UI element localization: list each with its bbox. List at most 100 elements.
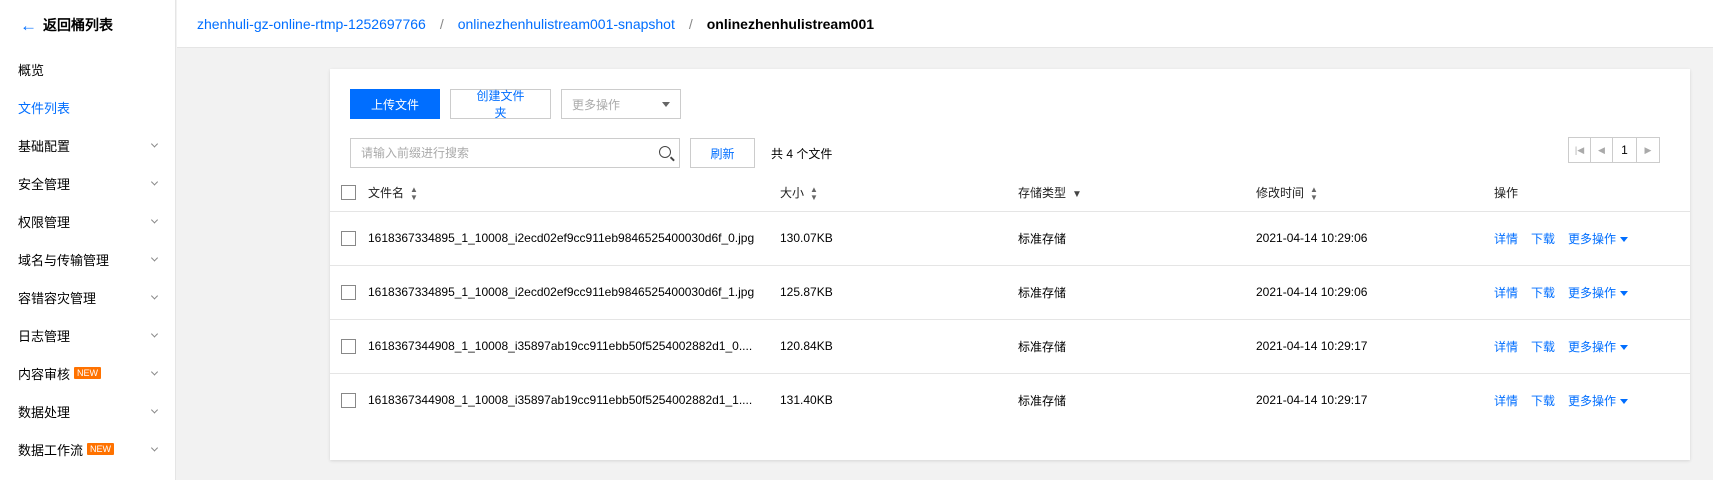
modified-time: 2021-04-14 10:29:17 [1256,319,1494,374]
sidebar-nav: 概览文件列表基础配置安全管理权限管理域名与传输管理 容错容灾管理 日志管理内容审核 N… [0,50,175,468]
row-checkbox[interactable] [341,392,356,408]
row-actions: 详情 下载 更多操作 [1494,211,1690,266]
storage-type: 标准存储 [1018,265,1256,320]
file-list-panel: 上传文件 创建文件夹 更多操作 刷新 共 4 个文件 |◀ ◀ 1 ▶ 文件名▲… [330,69,1690,460]
table-row: 1618367334895_1_10008_i2ecd02ef9cc911eb9… [330,211,1690,266]
download-link[interactable]: 下载 [1531,232,1555,246]
chevron-down-icon [150,292,159,300]
row-actions: 详情 下载 更多操作 [1494,319,1690,374]
more-operations-dropdown[interactable]: 更多操作 [1568,393,1629,408]
breadcrumb-folder-link[interactable]: onlinezhenhulistream001-snapshot [458,16,675,32]
select-all-checkbox[interactable] [341,185,356,201]
row-actions: 详情 下载 更多操作 [1494,265,1690,320]
file-count: 共 4 个文件 [771,146,833,161]
more-operations-label: 更多操作 [1568,231,1617,246]
back-label: 返回桶列表 [43,17,113,33]
sidebar-item[interactable]: 文件列表 [0,88,175,126]
sidebar-item[interactable]: 基础配置 [0,126,175,164]
action-toolbar: 上传文件 创建文件夹 更多操作 [350,89,681,120]
breadcrumb-bucket-link[interactable]: zhenhuli-gz-online-rtmp-1252697766 [197,16,426,32]
search-box [350,138,680,168]
storage-type: 标准存储 [1018,319,1256,374]
file-size: 131.40KB [780,393,833,408]
more-operations-select[interactable]: 更多操作 [561,89,681,119]
search-icon[interactable] [659,146,671,158]
table-row: 1618367344908_1_10008_i35897ab19cc911ebb… [330,319,1690,374]
sort-icon[interactable]: ▲ ▼ [410,185,418,202]
storage-type: 标准存储 [1018,211,1256,266]
table-row: 1618367334895_1_10008_i2ecd02ef9cc911eb9… [330,265,1690,320]
row-checkbox[interactable] [341,284,356,300]
more-operations-label: 更多操作 [1568,285,1617,300]
sidebar-item-label: 文件列表 [18,100,71,116]
search-input[interactable] [351,139,641,167]
detail-link[interactable]: 详情 [1494,286,1518,300]
more-operations-dropdown[interactable]: 更多操作 [1568,339,1629,354]
chevron-down-icon [150,444,159,452]
search-toolbar: 刷新 共 4 个文件 [350,138,832,168]
new-badge: NEW [74,367,102,379]
sidebar-item-label: 安全管理 [18,176,71,192]
row-checkbox[interactable] [341,230,356,246]
file-size: 120.84KB [780,319,1018,374]
column-header-size[interactable]: 大小 ▲ ▼ [780,175,1018,212]
table-row: 1618367344908_1_10008_i35897ab19cc911ebb… [330,373,1690,427]
chevron-down-icon [150,330,159,338]
detail-link[interactable]: 详情 [1494,394,1518,408]
sidebar-item[interactable]: 数据处理 [0,392,175,430]
more-operations-label: 更多操作 [1568,393,1617,408]
sidebar-item[interactable]: 内容审核 NEW [0,354,175,392]
download-link[interactable]: 下载 [1531,340,1555,354]
file-name: 1618367344908_1_10008_i35897ab19cc911ebb… [368,319,780,374]
row-actions: 详情 下载 更多操作 [1494,373,1690,427]
sidebar-item[interactable]: 域名与传输管理 [0,240,175,278]
sort-icon[interactable]: ▲ ▼ [1310,185,1318,202]
sidebar-item[interactable]: 日志管理 [0,316,175,354]
sidebar-item-label: 日志管理 [18,328,71,344]
column-header-modified[interactable]: 修改时间 ▲ ▼ [1256,175,1494,212]
modified-time: 2021-04-14 10:29:06 [1256,211,1494,266]
sidebar-item-label: 权限管理 [18,214,71,230]
chevron-down-icon [150,254,159,262]
sidebar-item[interactable]: 概览 [0,50,175,88]
sidebar-item-label: 概览 [18,62,45,78]
more-operations-label: 更多操作 [1568,339,1617,354]
sidebar-item[interactable]: 安全管理 [0,164,175,202]
sidebar-item[interactable]: 数据工作流 NEW [0,430,175,468]
sidebar-item-label: 域名与传输管理 [18,252,110,268]
prev-page-button[interactable]: ◀ [1591,138,1613,162]
column-header-storage[interactable]: 存储类型 ▼ [1018,175,1256,212]
caret-down-icon [1620,236,1629,242]
create-folder-button[interactable]: 创建文件夹 [450,89,551,120]
download-link[interactable]: 下载 [1531,394,1555,408]
file-name: 1618367334895_1_10008_i2ecd02ef9cc911eb9… [368,211,780,266]
sidebar: ← 返回桶列表 概览文件列表基础配置安全管理权限管理域名与传输管理 容错容灾管理日… [0,0,176,480]
storage-type: 标准存储 [1018,393,1067,408]
upload-file-button[interactable]: 上传文件 [350,89,440,119]
download-link[interactable]: 下载 [1531,286,1555,300]
file-size: 125.87KB [780,265,1018,320]
row-checkbox[interactable] [341,338,356,354]
file-name: 1618367344908_1_10008_i35897ab19cc911ebb… [368,393,753,408]
more-operations-placeholder: 更多操作 [572,97,621,112]
detail-link[interactable]: 详情 [1494,232,1518,246]
refresh-button[interactable]: 刷新 [690,138,755,168]
detail-link[interactable]: 详情 [1494,340,1518,354]
column-header-name[interactable]: 文件名 ▲ ▼ [368,175,780,212]
chevron-down-icon [150,216,159,224]
chevron-down-icon [150,406,159,414]
sidebar-item-label: 容错容灾管理 [18,290,97,306]
chevron-down-icon [150,178,159,186]
sidebar-item[interactable]: 权限管理 [0,202,175,240]
next-page-button[interactable]: ▶ [1637,138,1659,162]
back-to-bucket-list-button[interactable]: ← 返回桶列表 [0,0,175,50]
sidebar-item[interactable]: 容错容灾管理 [0,278,175,316]
more-operations-dropdown[interactable]: 更多操作 [1568,231,1629,246]
more-operations-dropdown[interactable]: 更多操作 [1568,285,1629,300]
sidebar-item-label: 基础配置 [18,138,71,154]
column-header-actions: 操作 [1494,175,1690,212]
breadcrumb: zhenhuli-gz-online-rtmp-1252697766 / onl… [177,0,1713,48]
sort-icon[interactable]: ▲ ▼ [810,185,818,202]
first-page-button[interactable]: |◀ [1569,138,1591,162]
filter-icon[interactable]: ▼ [1072,189,1082,200]
